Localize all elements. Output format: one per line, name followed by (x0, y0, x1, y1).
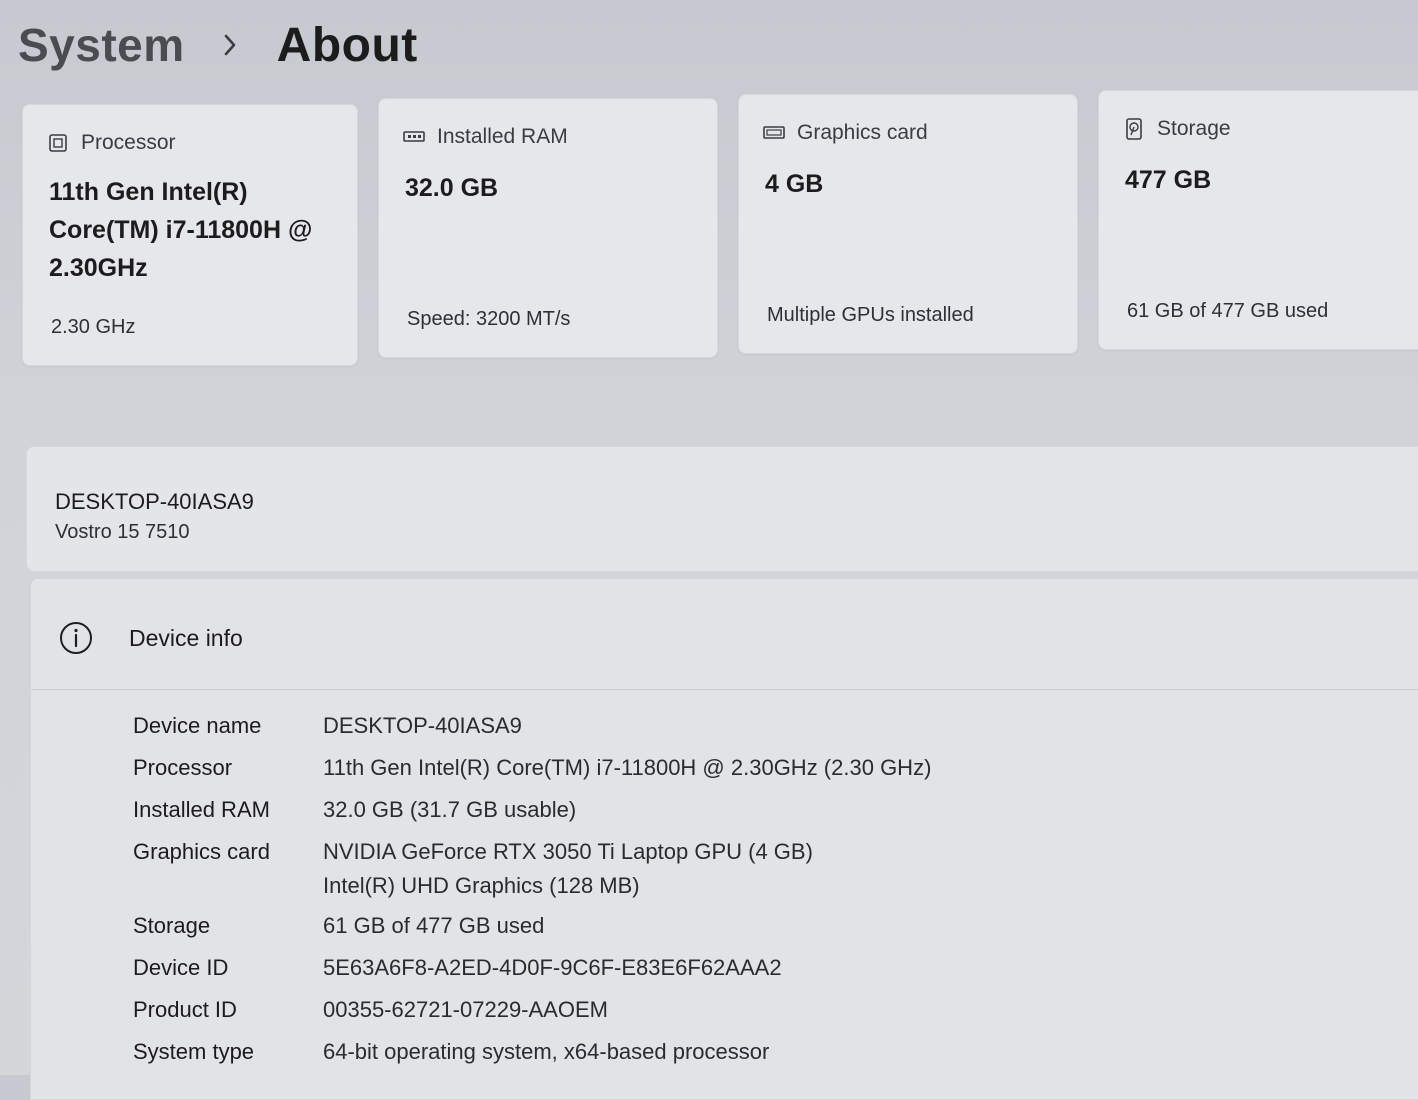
graphics-card-icon (763, 122, 785, 144)
info-icon (59, 621, 93, 655)
info-label: Product ID (133, 997, 237, 1022)
graphics-card-value: 4 GB (765, 170, 824, 198)
processor-card-title: Processor (81, 131, 176, 154)
processor-card-sub: 2.30 GHz (51, 316, 136, 338)
device-info-header[interactable]: Device info (31, 579, 1418, 690)
ram-card-sub: Speed: 3200 MT/s (407, 308, 571, 330)
info-label: Device ID (133, 955, 229, 980)
info-value[interactable]: 00355-62721-07229-AAOEM (323, 993, 608, 1027)
processor-card-value: 11th Gen Intel(R) Core(TM) i7-11800H @ 2… (49, 178, 313, 282)
info-label: Graphics card (133, 839, 270, 864)
info-row-storage: Storage 61 GB of 477 GB used (133, 909, 1133, 943)
graphics-card-title: Graphics card (797, 121, 928, 144)
ram-card-value: 32.0 GB (405, 174, 499, 202)
info-row-installed-ram: Installed RAM 32.0 GB (31.7 GB usable) (133, 793, 1133, 827)
info-label: Storage (133, 913, 211, 938)
info-label: System type (133, 1039, 255, 1064)
storage-card-header: Storage (1123, 117, 1231, 141)
device-info-panel: Device info Device name DESKTOP-40IASA9 … (30, 578, 1418, 1100)
ram-card-header: Installed RAM (403, 125, 568, 149)
info-value-line[interactable]: Intel(R) UHD Graphics (128 MB) (323, 873, 640, 898)
info-value: NVIDIA GeForce RTX 3050 Ti Laptop GPU (4… (323, 835, 813, 903)
info-row-system-type: System type 64-bit operating system, x64… (133, 1035, 1133, 1069)
info-row-device-id: Device ID 5E63A6F8-A2ED-4D0F-9C6F-E83E6F… (133, 951, 1133, 985)
info-row-device-name: Device name DESKTOP-40IASA9 (133, 709, 1133, 743)
breadcrumb: System About (18, 14, 418, 76)
device-name-panel[interactable]: DESKTOP-40IASA9 Vostro 15 7510 (26, 446, 1418, 572)
info-row-graphics-card: Graphics card NVIDIA GeForce RTX 3050 Ti… (133, 835, 1133, 903)
info-value[interactable]: 5E63A6F8-A2ED-4D0F-9C6F-E83E6F62AAA2 (323, 951, 782, 985)
info-label: Processor (133, 755, 233, 780)
chevron-right-icon (217, 32, 243, 58)
graphics-card: Graphics card 4 GB Multiple GPUs install… (738, 94, 1078, 354)
ram-card-title: Installed RAM (437, 125, 568, 148)
page-title: About (276, 18, 418, 72)
graphics-card-sub: Multiple GPUs installed (767, 304, 974, 326)
breadcrumb-system[interactable]: System (18, 18, 185, 72)
storage-icon (1123, 118, 1145, 140)
processor-icon (47, 132, 69, 154)
ram-icon (403, 126, 425, 148)
graphics-card-header: Graphics card (763, 121, 928, 145)
info-value[interactable]: 11th Gen Intel(R) Core(TM) i7-11800H @ 2… (323, 751, 931, 785)
device-model: Vostro 15 7510 (55, 521, 190, 543)
processor-card-header: Processor (47, 131, 176, 155)
storage-card-value: 477 GB (1125, 166, 1212, 194)
processor-card: Processor 11th Gen Intel(R) Core(TM) i7-… (22, 104, 358, 366)
device-info-title: Device info (129, 625, 243, 651)
info-value[interactable]: 64-bit operating system, x64-based proce… (323, 1035, 769, 1069)
info-value[interactable]: DESKTOP-40IASA9 (323, 709, 522, 743)
storage-card-title: Storage (1157, 117, 1231, 140)
storage-card-sub: 61 GB of 477 GB used (1127, 300, 1329, 322)
info-row-product-id: Product ID 00355-62721-07229-AAOEM (133, 993, 1133, 1027)
info-row-processor: Processor 11th Gen Intel(R) Core(TM) i7-… (133, 751, 1133, 785)
device-name: DESKTOP-40IASA9 (55, 489, 254, 514)
ram-card: Installed RAM 32.0 GB Speed: 3200 MT/s (378, 98, 718, 358)
info-label: Device name (133, 713, 262, 738)
info-label: Installed RAM (133, 797, 270, 822)
storage-card: Storage 477 GB 61 GB of 477 GB used (1098, 90, 1418, 350)
info-value[interactable]: 61 GB of 477 GB used (323, 909, 544, 943)
info-value-line[interactable]: NVIDIA GeForce RTX 3050 Ti Laptop GPU (4… (323, 839, 813, 864)
info-value[interactable]: 32.0 GB (31.7 GB usable) (323, 793, 576, 827)
